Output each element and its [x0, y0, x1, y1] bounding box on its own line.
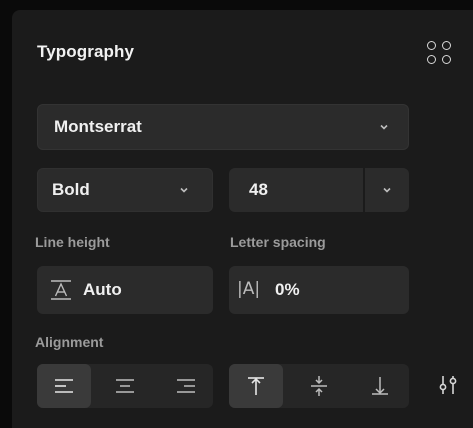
- horizontal-alignment-group: [37, 364, 213, 408]
- align-left-icon: [55, 379, 73, 393]
- align-top-icon: [248, 377, 264, 395]
- tune-icon[interactable]: [437, 375, 459, 395]
- line-height-value: Auto: [83, 280, 122, 299]
- letter-spacing-label: Letter spacing: [230, 234, 326, 250]
- alignment-label: Alignment: [35, 334, 104, 350]
- line-height-input[interactable]: Auto: [37, 266, 213, 314]
- align-right-button[interactable]: [159, 364, 213, 408]
- vertical-alignment-group: [229, 364, 409, 408]
- chevron-down-icon: [180, 187, 188, 193]
- align-left-button[interactable]: [37, 364, 91, 408]
- align-middle-button[interactable]: [292, 364, 346, 408]
- line-height-icon: [51, 280, 71, 300]
- font-family-select[interactable]: Montserrat: [37, 104, 409, 150]
- align-center-icon: [116, 379, 134, 393]
- font-weight-value: Bold: [52, 180, 90, 199]
- font-size-input[interactable]: 48: [229, 168, 363, 212]
- font-size-value: 48: [249, 180, 268, 199]
- align-center-button[interactable]: [98, 364, 152, 408]
- letter-spacing-value: 0%: [275, 280, 300, 299]
- grid-icon[interactable]: [426, 40, 456, 68]
- chevron-down-icon: [383, 187, 391, 193]
- font-weight-select[interactable]: Bold: [37, 168, 213, 212]
- letter-spacing-input[interactable]: |A| 0%: [229, 266, 409, 314]
- panel-title: Typography: [37, 42, 135, 61]
- align-middle-icon: [311, 376, 327, 396]
- letter-spacing-icon: |A|: [237, 279, 261, 299]
- align-bottom-button[interactable]: [353, 364, 407, 408]
- font-family-value: Montserrat: [54, 117, 142, 136]
- align-bottom-icon: [372, 377, 388, 395]
- line-height-label: Line height: [35, 234, 110, 250]
- chevron-down-icon: [380, 124, 388, 130]
- align-right-icon: [177, 379, 195, 393]
- font-size-dropdown-button[interactable]: [365, 168, 409, 212]
- align-top-button[interactable]: [229, 364, 283, 408]
